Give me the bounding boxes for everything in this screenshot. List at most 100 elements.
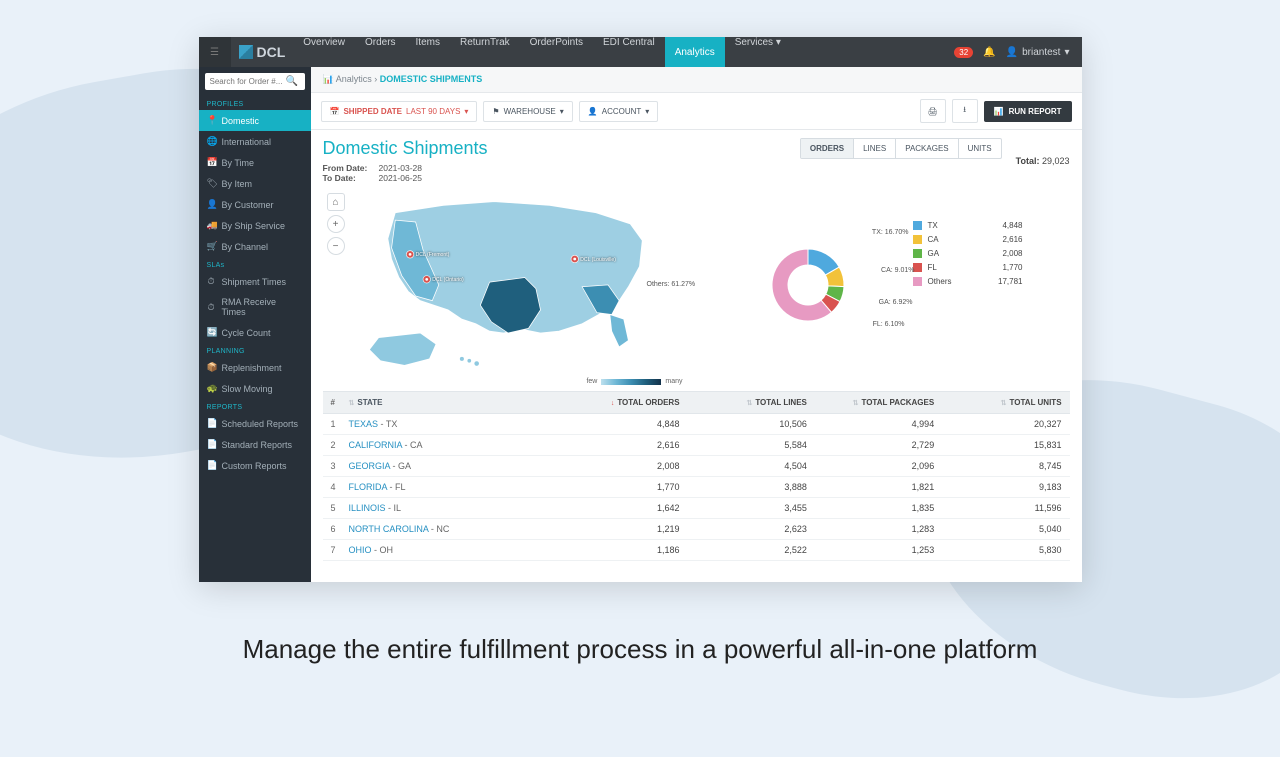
sidebar-item-domestic[interactable]: 📍Domestic <box>199 110 311 131</box>
table-row[interactable]: 1TEXAS - TX4,84810,5064,99420,327 <box>323 414 1070 435</box>
map-zoom-out-button[interactable]: − <box>327 237 345 255</box>
nav-services-[interactable]: Services ▾ <box>725 37 791 67</box>
sidebar-item-standard-reports[interactable]: 📄Standard Reports <box>199 434 311 455</box>
map-zoom-in-button[interactable]: + <box>327 215 345 233</box>
sidebar-item-by-item[interactable]: 🏷By Item <box>199 173 311 194</box>
sidebar-icon: 📦 <box>207 362 216 373</box>
sidebar-item-by-channel[interactable]: 🛒By Channel <box>199 236 311 257</box>
nav-overview[interactable]: Overview <box>293 37 355 67</box>
table-row[interactable]: 2CALIFORNIA - CA2,6165,5842,72915,831 <box>323 435 1070 456</box>
sidebar-search: 🔍 <box>199 67 311 96</box>
table-row[interactable]: 4FLORIDA - FL1,7703,8881,8219,183 <box>323 477 1070 498</box>
nav-orderpoints[interactable]: OrderPoints <box>520 37 593 67</box>
nav-orders[interactable]: Orders <box>355 37 406 67</box>
sidebar-icon: 📅 <box>207 157 216 168</box>
tab-orders[interactable]: ORDERS <box>801 139 854 158</box>
chevron-down-icon: ▾ <box>560 107 564 116</box>
total-count: Total: 29,023 <box>1016 156 1070 166</box>
sidebar-icon: 📄 <box>207 418 216 429</box>
sidebar: 🔍 PROFILES📍Domestic🌐International📅By Tim… <box>199 67 311 582</box>
sidebar-icon: 🐢 <box>207 383 216 394</box>
us-map[interactable]: ⌂ + − <box>323 185 703 385</box>
content: 📊 Analytics › DOMESTIC SHIPMENTS 📅 SHIPP… <box>311 67 1082 582</box>
nav-analytics[interactable]: Analytics <box>665 37 725 67</box>
sidebar-icon: ⏱ <box>207 302 216 313</box>
chart-icon: 📊 <box>323 74 334 84</box>
download-icon: ⭳ <box>963 104 966 118</box>
hamburger-icon[interactable]: ☰ <box>199 37 231 67</box>
search-icon[interactable]: 🔍 <box>286 76 298 87</box>
map-pin-louisville[interactable] <box>571 255 578 262</box>
notification-badge[interactable]: 32 <box>954 47 973 58</box>
sidebar-icon: 📄 <box>207 460 216 471</box>
sidebar-icon: ⏱ <box>207 276 216 287</box>
table-row[interactable]: 7OHIO - OH1,1862,5221,2535,830 <box>323 540 1070 561</box>
sidebar-item-custom-reports[interactable]: 📄Custom Reports <box>199 455 311 476</box>
sidebar-item-by-time[interactable]: 📅By Time <box>199 152 311 173</box>
calendar-icon: 📅 <box>330 107 340 116</box>
nav-items[interactable]: Items <box>406 37 450 67</box>
sidebar-icon: 📍 <box>207 115 216 126</box>
sidebar-item-shipment-times[interactable]: ⏱Shipment Times <box>199 271 311 292</box>
donut-chart[interactable]: TX: 16.70% CA: 9.01% GA: 6.92% FL: 6.10%… <box>713 215 903 385</box>
sidebar-item-replenishment[interactable]: 📦Replenishment <box>199 357 311 378</box>
chevron-down-icon: ▾ <box>645 107 649 116</box>
download-button[interactable]: ⭳ <box>952 99 978 123</box>
top-nav: ☰ DCL OverviewOrdersItemsReturnTrakOrder… <box>199 37 1082 67</box>
sidebar-icon: 🏷 <box>207 178 216 189</box>
sidebar-item-by-customer[interactable]: 👤By Customer <box>199 194 311 215</box>
chevron-down-icon: ▾ <box>464 107 468 116</box>
sidebar-item-international[interactable]: 🌐International <box>199 131 311 152</box>
print-button[interactable]: 🖨 <box>920 99 946 123</box>
shipped-date-filter[interactable]: 📅 SHIPPED DATE LAST 90 DAYS ▾ <box>321 101 478 122</box>
states-table: # ⇅STATE ↓TOTAL ORDERS ⇅TOTAL LINES ⇅TOT… <box>323 391 1070 561</box>
account-filter[interactable]: 👤 ACCOUNT ▾ <box>579 101 659 122</box>
map-home-button[interactable]: ⌂ <box>327 193 345 211</box>
sidebar-item-slow-moving[interactable]: 🐢Slow Moving <box>199 378 311 399</box>
print-icon: 🖨 <box>928 107 938 116</box>
sidebar-icon: 🛒 <box>207 241 216 252</box>
promo-caption: Manage the entire fulfillment process in… <box>0 632 1280 667</box>
table-row[interactable]: 5ILLINOIS - IL1,6423,4551,83511,596 <box>323 498 1070 519</box>
svg-text:DCL (Ontario): DCL (Ontario) <box>432 277 464 283</box>
svg-text:DCL (Louisville): DCL (Louisville) <box>580 257 616 263</box>
user-menu[interactable]: 👤 briantest ▾ <box>1006 47 1070 58</box>
bell-icon[interactable]: 🔔 <box>983 47 995 58</box>
table-header[interactable]: # ⇅STATE ↓TOTAL ORDERS ⇅TOTAL LINES ⇅TOT… <box>323 391 1070 414</box>
legend-row: CA2,616 <box>913 235 1023 244</box>
map-pin-fremont[interactable] <box>406 251 413 258</box>
person-icon: 👤 <box>588 107 598 116</box>
sidebar-icon: 🚚 <box>207 220 216 231</box>
sidebar-icon: 🔄 <box>207 327 216 338</box>
toolbar: 📅 SHIPPED DATE LAST 90 DAYS ▾ ⚑ WAREHOUS… <box>311 93 1082 130</box>
svg-text:DCL (Fremont): DCL (Fremont) <box>415 252 449 258</box>
flag-icon: ⚑ <box>492 107 499 116</box>
sidebar-item-rma-receive-times[interactable]: ⏱RMA Receive Times <box>199 292 311 322</box>
sidebar-icon: 👤 <box>207 199 216 210</box>
warehouse-filter[interactable]: ⚑ WAREHOUSE ▾ <box>483 101 572 122</box>
tab-lines[interactable]: LINES <box>854 139 896 158</box>
sidebar-section: PLANNING <box>199 343 311 357</box>
search-input[interactable] <box>210 77 282 86</box>
brand-logo[interactable]: DCL <box>231 44 294 60</box>
nav-returntrak[interactable]: ReturnTrak <box>450 37 520 67</box>
map-pin-ontario[interactable] <box>423 276 430 283</box>
sidebar-item-scheduled-reports[interactable]: 📄Scheduled Reports <box>199 413 311 434</box>
run-report-button[interactable]: 📊 RUN REPORT <box>984 101 1072 122</box>
tab-units[interactable]: UNITS <box>959 139 1001 158</box>
nav-edi-central[interactable]: EDI Central <box>593 37 665 67</box>
chart-icon: 📊 <box>994 107 1004 116</box>
table-row[interactable]: 6NORTH CAROLINA - NC1,2192,6231,2835,040 <box>323 519 1070 540</box>
page-title: Domestic Shipments <box>323 138 488 159</box>
sidebar-item-by-ship-service[interactable]: 🚚By Ship Service <box>199 215 311 236</box>
metric-tabs: ORDERSLINESPACKAGESUNITS <box>800 138 1002 159</box>
legend-row: FL1,770 <box>913 263 1023 272</box>
sidebar-section: SLAs <box>199 257 311 271</box>
sidebar-icon: 📄 <box>207 439 216 450</box>
tab-packages[interactable]: PACKAGES <box>896 139 958 158</box>
table-row[interactable]: 3GEORGIA - GA2,0084,5042,0968,745 <box>323 456 1070 477</box>
sidebar-section: REPORTS <box>199 399 311 413</box>
sidebar-section: PROFILES <box>199 96 311 110</box>
legend-row: TX4,848 <box>913 221 1023 230</box>
sidebar-item-cycle-count[interactable]: 🔄Cycle Count <box>199 322 311 343</box>
